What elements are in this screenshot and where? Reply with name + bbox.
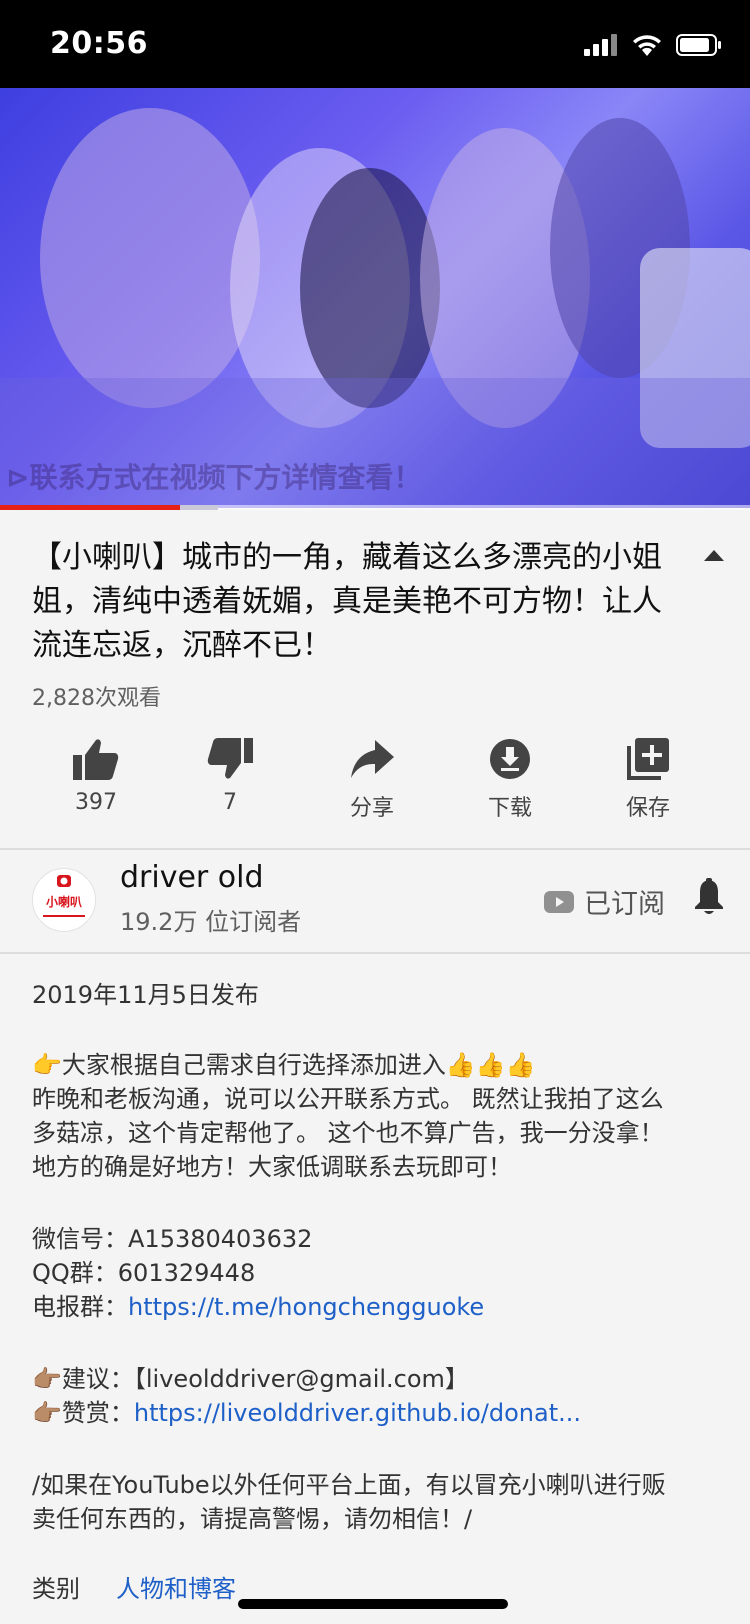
- dislike-button[interactable]: 7: [170, 738, 290, 815]
- description-line: 昨晚和老板沟通，说可以公开联系方式。 既然让我拍了这么: [32, 1085, 664, 1113]
- subscribed-button[interactable]: 已订阅: [544, 882, 665, 921]
- wechat-line: 微信号：A15380403632: [32, 1222, 312, 1256]
- category-link[interactable]: 人物和博客: [116, 1575, 236, 1603]
- telegram-label: 电报群：: [32, 1293, 128, 1321]
- like-button[interactable]: 397: [36, 738, 156, 815]
- category-row: 类别 人物和博客: [32, 1572, 236, 1606]
- collapse-description-icon[interactable]: [704, 550, 724, 561]
- warning-line: /如果在YouTube以外任何平台上面，有以冒充小喇叭进行贩: [32, 1471, 666, 1499]
- video-progress-played: [0, 505, 180, 510]
- suggest-line: 👉🏽建议：【liveolddriver@gmail.com】: [32, 1362, 469, 1396]
- download-button[interactable]: 下载: [450, 738, 570, 822]
- video-progress-bar[interactable]: [0, 505, 750, 510]
- subscribed-label: 已订阅: [584, 889, 665, 920]
- share-icon: [351, 740, 394, 778]
- suggest-label: 👉🏽建议：: [32, 1365, 134, 1393]
- status-time: 20:56: [50, 26, 148, 61]
- channel-avatar[interactable]: 小喇叭: [32, 868, 96, 932]
- action-row: 397 7 分享 下载 保存: [0, 738, 750, 838]
- telegram-line: 电报群：https://t.me/hongchengguoke: [32, 1290, 484, 1324]
- wechat-value: A15380403632: [128, 1225, 313, 1253]
- suggest-value: 【liveolddriver@gmail.com】: [133, 1365, 469, 1393]
- channel-name[interactable]: driver old: [120, 860, 264, 895]
- view-count: 2,828次观看: [32, 686, 161, 711]
- video-player[interactable]: ⊳联系方式在视频下方详情查看！: [0, 88, 750, 508]
- qq-label: QQ群：: [32, 1259, 118, 1287]
- qq-value: 601329448: [117, 1259, 256, 1287]
- wifi-icon: [633, 35, 661, 56]
- video-frame-shape: [40, 108, 260, 408]
- thumbs-up-icon: [73, 739, 119, 780]
- add-to-playlist-icon: [627, 738, 669, 780]
- description-line: 👉大家根据自己需求自行选择添加进入👍👍👍: [32, 1051, 536, 1079]
- notification-bell-icon[interactable]: [692, 878, 726, 916]
- download-label: 下载: [487, 796, 532, 821]
- battery-icon: [676, 34, 721, 56]
- cellular-signal-icon: [584, 34, 617, 56]
- description-line: 地方的确是好地方！大家低调联系去玩即可！: [32, 1153, 512, 1181]
- wechat-label: 微信号：: [32, 1225, 128, 1253]
- divider: [0, 952, 750, 954]
- description-line: 多菇凉，这个肯定帮他了。 这个也不算广告，我一分没拿！: [32, 1119, 664, 1147]
- telegram-link[interactable]: https://t.me/hongchengguoke: [128, 1293, 484, 1321]
- donate-link[interactable]: https://liveolddriver.github.io/donat...: [134, 1399, 581, 1427]
- video-title: 【小喇叭】城市的一角，藏着这么多漂亮的小姐姐，清纯中透着妩媚，真是美艳不可方物！…: [32, 540, 662, 663]
- save-label: 保存: [625, 796, 670, 821]
- publish-date: 2019年11月5日发布: [32, 981, 259, 1009]
- share-label: 分享: [349, 796, 394, 821]
- home-indicator[interactable]: [238, 1599, 508, 1609]
- video-progress-buffered: [180, 505, 218, 510]
- thumbs-down-icon: [207, 738, 253, 779]
- divider: [0, 848, 750, 850]
- category-label: 类别: [32, 1575, 80, 1603]
- status-icons: [584, 34, 722, 56]
- qq-line: QQ群：601329448: [32, 1256, 255, 1290]
- donate-label: 👉🏽赞赏：: [32, 1399, 134, 1427]
- status-bar: 20:56: [0, 0, 750, 88]
- video-frame-shape: [300, 168, 440, 408]
- channel-avatar-text: 小喇叭: [45, 895, 82, 909]
- video-overlay-caption: ⊳联系方式在视频下方详情查看！: [6, 461, 422, 494]
- donate-line: 👉🏽赞赏：https://liveolddriver.github.io/don…: [32, 1396, 581, 1430]
- share-button[interactable]: 分享: [312, 738, 432, 822]
- subscriber-count: 19.2万 位订阅者: [120, 908, 302, 936]
- like-count: 397: [75, 790, 117, 815]
- save-button[interactable]: 保存: [588, 738, 708, 822]
- youtube-play-icon: [544, 890, 574, 913]
- dislike-count: 7: [223, 790, 237, 815]
- warning-line: 卖任何东西的，请提高警惕，请勿相信！/: [32, 1505, 473, 1533]
- download-icon: [490, 739, 530, 779]
